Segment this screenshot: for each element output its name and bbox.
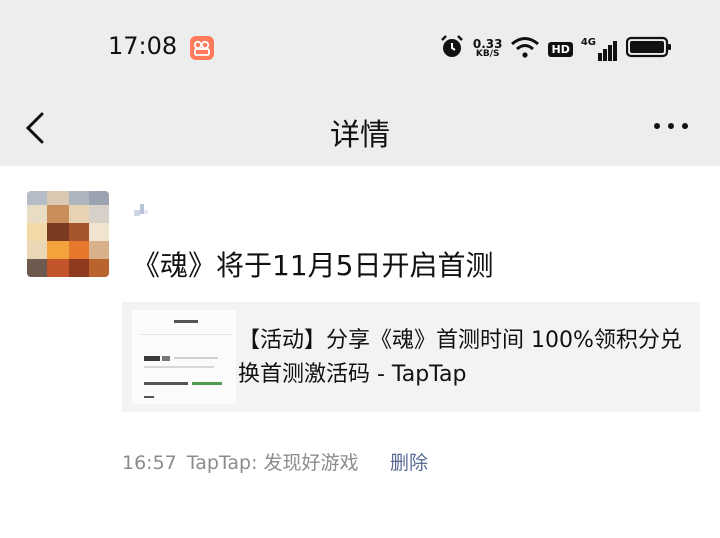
nav-bar: 详情 <box>0 90 720 166</box>
page-title: 详情 <box>330 118 390 153</box>
signal-label: 4G <box>580 37 596 48</box>
network-speed-value: 0.33 <box>472 37 503 51</box>
signal-icon: 4G <box>581 37 618 61</box>
hd-badge: HD <box>548 41 573 57</box>
more-button[interactable] <box>652 118 690 132</box>
status-bar: 17:08 0.33 KB/S HD 4G <box>0 0 720 90</box>
app-notification-icon <box>190 36 214 60</box>
avatar[interactable] <box>27 191 109 277</box>
status-time: 17:08 <box>108 32 178 60</box>
network-speed-unit: KB/S <box>475 49 500 59</box>
link-title: 【活动】分享《魂》首测时间 100%领积分兑换首测激活码 - TapTap <box>238 328 682 387</box>
delete-button[interactable]: 删除 <box>390 448 428 475</box>
link-thumbnail <box>132 310 236 408</box>
wifi-icon <box>510 35 540 63</box>
battery-icon <box>625 36 672 62</box>
network-speed: 0.33 KB/S <box>472 37 503 59</box>
alarm-icon <box>439 34 465 64</box>
status-icons: 0.33 KB/S HD 4G <box>439 34 672 64</box>
more-dots-icon <box>654 123 688 129</box>
post-source[interactable]: TapTap: 发现好游戏 <box>187 452 359 474</box>
nickname-placeholder[interactable] <box>128 200 152 220</box>
post-meta: 16:57 TapTap: 发现好游戏 <box>122 448 359 475</box>
post-time: 16:57 <box>122 452 177 474</box>
post-text: 《魂》将于11月5日开启首测 <box>132 249 494 282</box>
link-card[interactable]: 【活动】分享《魂》首测时间 100%领积分兑换首测激活码 - TapTap <box>122 302 700 412</box>
